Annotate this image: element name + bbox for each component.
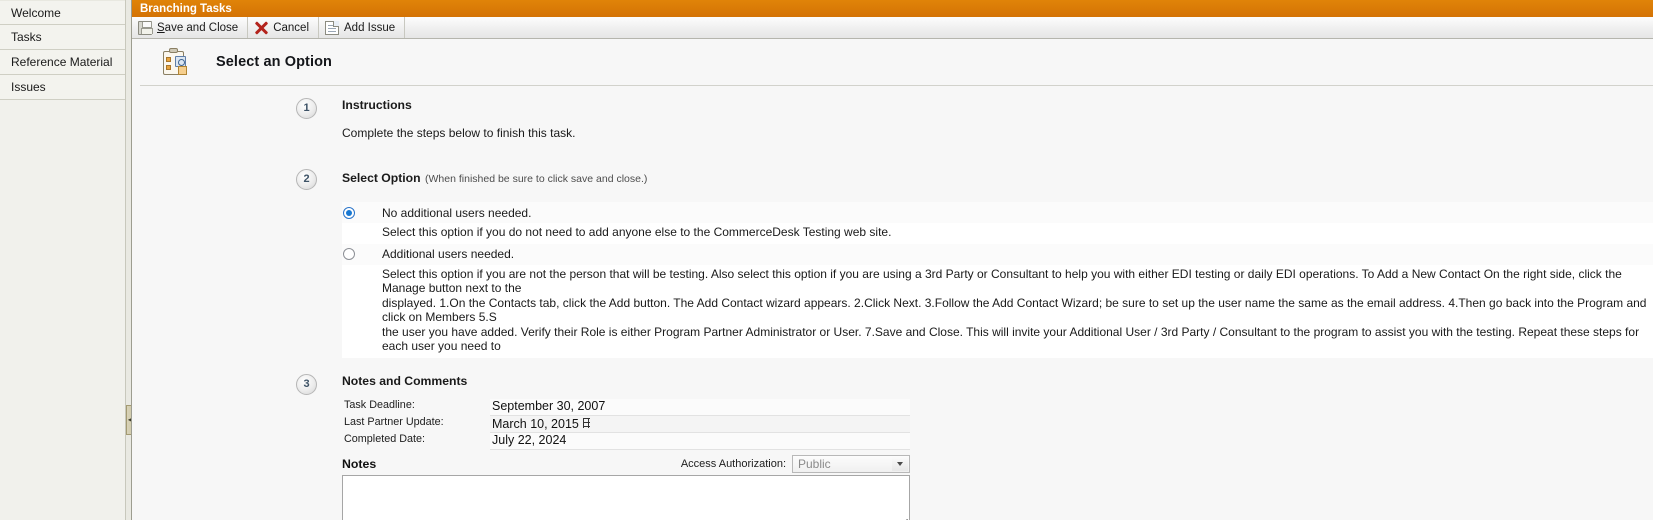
page-header: Select an Option bbox=[132, 39, 1653, 85]
step-select-option: 2 Select Option (When finished be sure t… bbox=[132, 169, 1653, 358]
sidebar-item-label: Reference Material bbox=[11, 55, 113, 69]
save-accelerator-letter: S bbox=[157, 21, 165, 34]
field-row-task-deadline: Task Deadline: September 30, 2007 bbox=[342, 398, 910, 416]
save-and-close-button[interactable]: Save and Close bbox=[132, 17, 249, 38]
sidebar-empty-area bbox=[0, 100, 130, 520]
notes-label: Notes bbox=[342, 456, 377, 471]
option-label-additional: Additional users needed. bbox=[382, 247, 515, 261]
toolbar-filler bbox=[405, 17, 1653, 38]
option-desc-row-additional: Select this option if you are not the pe… bbox=[342, 264, 1653, 358]
option-radio-cell[interactable] bbox=[342, 202, 382, 223]
step-number-badge: 2 bbox=[296, 169, 317, 190]
sidebar-item-welcome[interactable]: Welcome bbox=[0, 0, 130, 25]
task-fields: Task Deadline: September 30, 2007 Last P… bbox=[342, 398, 910, 450]
sidebar-item-issues[interactable]: Issues bbox=[0, 75, 130, 100]
step-instructions-text: Complete the steps below to finish this … bbox=[342, 126, 576, 140]
access-authorization-label: Access Authorization: bbox=[680, 457, 786, 470]
step-number-badge: 1 bbox=[296, 98, 317, 119]
add-issue-label: Add Issue bbox=[344, 21, 396, 34]
sidebar-item-label: Tasks bbox=[11, 30, 42, 44]
application-window: Welcome Tasks Reference Material Issues … bbox=[0, 0, 1653, 520]
left-sidebar: Welcome Tasks Reference Material Issues … bbox=[0, 0, 136, 520]
save-and-close-label: Save and Close bbox=[157, 22, 238, 34]
task-deadline-text: September 30, 2007 bbox=[492, 398, 606, 413]
content-area: Select an Option 1 Instructions Complete… bbox=[132, 39, 1653, 520]
completed-date-value: July 22, 2024 bbox=[490, 432, 910, 450]
notes-textarea[interactable] bbox=[342, 474, 910, 520]
field-row-completed-date: Completed Date: July 22, 2024 bbox=[342, 432, 910, 450]
window-title-bar: Branching Tasks bbox=[132, 0, 1653, 17]
radio-additional-users[interactable] bbox=[343, 248, 355, 261]
task-deadline-value: September 30, 2007 bbox=[490, 398, 910, 416]
options-table: No additional users needed. Select this … bbox=[342, 202, 1653, 358]
step-notes-title: Notes and Comments bbox=[342, 373, 468, 388]
task-deadline-label: Task Deadline: bbox=[344, 398, 415, 411]
step-notes-and-comments: 3 Notes and Comments Task Deadline: Sept… bbox=[132, 373, 1653, 520]
main-panel: Branching Tasks Save and Close Cancel Ad… bbox=[131, 0, 1653, 520]
toolbar: Save and Close Cancel Add Issue bbox=[132, 17, 1653, 39]
sidebar-item-reference-material[interactable]: Reference Material bbox=[0, 50, 130, 75]
completed-date-text: July 22, 2024 bbox=[492, 432, 567, 447]
page-title: Select an Option bbox=[216, 54, 333, 70]
sidebar-item-label: Issues bbox=[11, 80, 46, 94]
option-description-no-additional: Select this option if you do not need to… bbox=[382, 225, 892, 239]
chevron-down-icon[interactable] bbox=[892, 456, 908, 471]
document-icon bbox=[325, 20, 340, 35]
step-instructions: 1 Instructions Complete the steps below … bbox=[132, 98, 1653, 140]
cancel-label: Cancel bbox=[273, 21, 310, 34]
sidebar-item-tasks[interactable]: Tasks bbox=[0, 25, 130, 50]
access-authorization-group: Access Authorization: Public bbox=[680, 454, 910, 473]
cancel-button[interactable]: Cancel bbox=[248, 17, 320, 38]
step-select-option-title: Select Option bbox=[342, 171, 421, 185]
last-partner-update-value: March 10, 2015 bbox=[490, 415, 910, 433]
last-partner-update-text: March 10, 2015 bbox=[492, 416, 579, 431]
clipboard-search-icon bbox=[160, 48, 190, 76]
step-select-option-subtitle: (When finished be sure to click save and… bbox=[425, 173, 648, 185]
save-label-rest: ave and Close bbox=[164, 21, 239, 34]
window-title: Branching Tasks bbox=[140, 3, 232, 15]
access-authorization-value: Public bbox=[798, 456, 831, 471]
cancel-x-icon bbox=[254, 21, 268, 35]
field-row-last-partner-update: Last Partner Update: March 10, 2015 bbox=[342, 415, 910, 433]
option-desc-row-no-additional: Select this option if you do not need to… bbox=[342, 223, 1653, 244]
add-issue-button[interactable]: Add Issue bbox=[319, 17, 406, 38]
step-instructions-title: Instructions bbox=[342, 98, 412, 112]
notes-header-row: Notes Access Authorization: Public bbox=[342, 454, 910, 473]
header-divider bbox=[140, 85, 1653, 86]
access-authorization-select[interactable]: Public bbox=[792, 454, 910, 473]
text-cursor-icon bbox=[582, 417, 592, 430]
save-icon bbox=[138, 20, 153, 35]
option-label-no-additional: No additional users needed. bbox=[382, 205, 532, 220]
spacer-cell bbox=[342, 265, 382, 358]
completed-date-label: Completed Date: bbox=[344, 432, 426, 445]
option-radio-cell[interactable] bbox=[342, 244, 382, 265]
option-description-additional: Select this option if you are not the pe… bbox=[382, 266, 1647, 354]
option-row-additional[interactable]: Additional users needed. bbox=[342, 243, 1653, 265]
step-select-option-heading: Select Option (When finished be sure to … bbox=[342, 169, 1653, 187]
step-number-badge: 3 bbox=[296, 373, 317, 395]
spacer-cell bbox=[342, 223, 382, 244]
option-row-no-additional[interactable]: No additional users needed. bbox=[342, 202, 1653, 223]
last-partner-update-label: Last Partner Update: bbox=[344, 415, 444, 428]
radio-no-additional-users[interactable] bbox=[343, 206, 355, 219]
sidebar-item-label: Welcome bbox=[11, 6, 61, 20]
